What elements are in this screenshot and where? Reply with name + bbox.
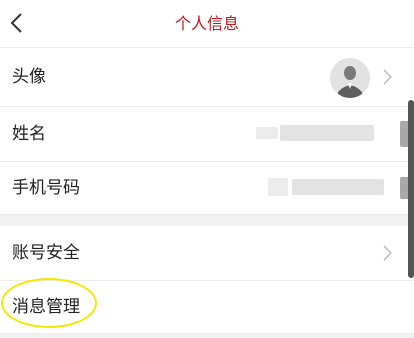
- highlight-annotation: [1, 278, 97, 328]
- phone-value-blurred: [268, 178, 288, 196]
- account-security-label: 账号安全: [12, 243, 80, 263]
- name-value-blurred: [280, 125, 374, 141]
- phone-value-blurred: [292, 179, 384, 195]
- nav-header: 个人信息: [0, 0, 414, 48]
- account-security-row[interactable]: 账号安全: [0, 226, 414, 281]
- chevron-right-icon: [383, 245, 392, 261]
- section-divider: [0, 215, 414, 226]
- scrollbar[interactable]: [408, 100, 414, 278]
- avatar-label: 头像: [12, 67, 46, 87]
- chevron-right-icon: [383, 69, 392, 85]
- chevron-left-icon: [10, 13, 22, 33]
- name-value-blurred: [256, 127, 278, 139]
- default-avatar-icon[interactable]: [330, 58, 370, 98]
- page-title: 个人信息: [174, 14, 239, 33]
- back-button[interactable]: [0, 0, 40, 47]
- phone-row[interactable]: 手机号码: [0, 162, 414, 215]
- name-label: 姓名: [12, 124, 46, 144]
- phone-label: 手机号码: [12, 178, 80, 198]
- avatar-row[interactable]: 头像: [0, 48, 414, 107]
- name-row[interactable]: 姓名: [0, 107, 414, 162]
